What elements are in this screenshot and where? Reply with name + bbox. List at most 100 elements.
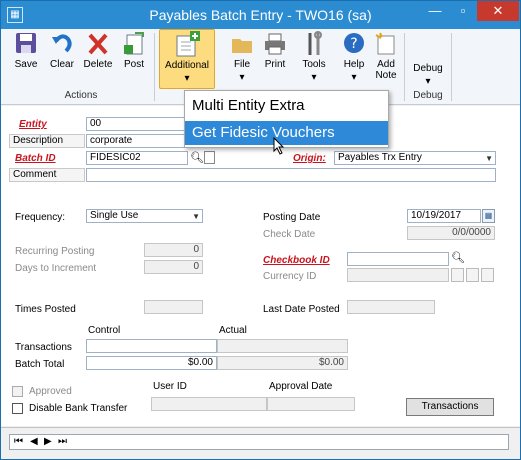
entity-label: Entity	[19, 119, 47, 130]
checkbook-id-field[interactable]	[347, 252, 449, 266]
batch-id-field[interactable]: FIDESIC02	[86, 151, 188, 165]
lookup-icon[interactable]: 🔍︎	[451, 251, 465, 264]
frequency-label: Frequency:	[15, 212, 66, 223]
add-note-button[interactable]: Add Note	[371, 31, 401, 81]
origin-dropdown[interactable]: Payables Trx Entry ▼	[334, 151, 496, 165]
days-to-increment-label: Days to Increment	[15, 263, 97, 274]
frequency-dropdown[interactable]: Single Use ▼	[86, 209, 203, 223]
description-label: Description	[9, 134, 85, 148]
check-date-field: 0/0/0000	[407, 226, 495, 240]
additional-menu: Multi Entity Extra Get Fidesic Vouchers	[184, 90, 389, 148]
menu-item-get-fidesic-vouchers[interactable]: Get Fidesic Vouchers	[185, 121, 388, 145]
days-to-increment-field: 0	[144, 260, 203, 274]
currency-id-label: Currency ID	[263, 271, 317, 282]
disable-bank-transfer-checkbox[interactable]	[12, 403, 23, 414]
times-posted-field	[144, 300, 203, 314]
batch-total-control-field[interactable]: $0.00	[86, 356, 217, 370]
disable-bank-transfer-label: Disable Bank Transfer	[29, 403, 128, 414]
recurring-posting-field: 0	[144, 243, 203, 257]
restore-button[interactable]: ▫	[449, 1, 477, 21]
actions-group-label: Actions	[64, 90, 98, 101]
record-navigator: ⏮ ◀ ▶ ⏭	[9, 434, 509, 450]
file-button[interactable]: File ▾	[227, 31, 257, 83]
group-separator	[154, 33, 155, 101]
origin-label: Origin:	[293, 153, 326, 164]
approved-label: Approved	[29, 386, 72, 397]
clear-button[interactable]: Clear	[45, 31, 79, 70]
save-label: Save	[14, 59, 38, 70]
approved-checkbox	[12, 386, 23, 397]
transactions-control-field[interactable]	[86, 339, 217, 353]
delete-x-icon	[88, 33, 108, 55]
undo-icon	[52, 34, 72, 53]
lookup-icon[interactable]: 🔍︎	[190, 151, 204, 164]
additional-label: Additional	[165, 60, 209, 71]
description-field[interactable]: corporate	[86, 134, 186, 148]
debug-button[interactable]: Debug ▾	[408, 61, 448, 87]
post-button[interactable]: Post	[118, 31, 150, 70]
chevron-down-icon: ▾	[184, 73, 190, 84]
approval-date-field	[267, 397, 355, 411]
next-record-icon[interactable]: ▶	[44, 436, 52, 447]
add-note-label-1: Add	[377, 59, 395, 70]
print-button[interactable]: Print	[259, 31, 291, 70]
recurring-posting-label: Recurring Posting	[15, 246, 95, 257]
mouse-cursor-icon	[273, 137, 285, 155]
frequency-value: Single Use	[90, 210, 139, 221]
posting-date-field[interactable]: 10/19/2017	[407, 209, 481, 223]
last-date-posted-label: Last Date Posted	[263, 304, 340, 315]
add-note-label-2: Note	[375, 70, 397, 81]
help-button[interactable]: ? Help ▾	[339, 31, 369, 83]
check-date-label: Check Date	[263, 229, 316, 240]
approval-date-label: Approval Date	[269, 381, 333, 392]
note-icon[interactable]	[204, 151, 215, 164]
folder-icon	[232, 39, 252, 53]
entity-field[interactable]: 00	[86, 117, 186, 131]
origin-value: Payables Trx Entry	[338, 152, 422, 163]
help-label: Help	[343, 59, 365, 70]
print-label: Print	[264, 59, 286, 70]
save-button[interactable]: Save	[9, 31, 43, 70]
additional-icon	[176, 31, 200, 57]
tools-button[interactable]: Tools ▾	[299, 31, 329, 83]
transactions-label: Transactions	[15, 342, 72, 353]
first-record-icon[interactable]: ⏮	[14, 436, 23, 447]
last-record-icon[interactable]: ⏭	[58, 436, 67, 447]
transactions-button[interactable]: Transactions	[406, 398, 494, 416]
clear-label: Clear	[50, 59, 74, 70]
user-id-label: User ID	[153, 381, 187, 392]
comment-field[interactable]	[86, 168, 496, 182]
tools-label: Tools	[302, 59, 326, 70]
minimize-button[interactable]: —	[421, 1, 449, 21]
batch-total-label: Batch Total	[15, 359, 65, 370]
calendar-icon[interactable]: ▦	[482, 209, 495, 223]
chevron-down-icon: ▼	[192, 212, 200, 221]
chevron-down-icon: ▼	[485, 154, 493, 163]
debug-group-label: Debug	[413, 90, 443, 101]
checkbook-id-label: Checkbook ID	[263, 255, 330, 266]
transactions-actual-field	[217, 339, 348, 353]
batch-id-label: Batch ID	[15, 153, 56, 164]
user-id-field	[151, 397, 267, 411]
close-button[interactable]: ✕	[477, 1, 519, 21]
post-icon	[124, 32, 144, 55]
status-bar: ⏮ ◀ ▶ ⏭	[1, 427, 520, 459]
post-label: Post	[123, 59, 144, 70]
posting-date-label: Posting Date	[263, 212, 321, 223]
debug-label: Debug	[413, 63, 443, 74]
delete-label: Delete	[83, 59, 113, 70]
chevron-down-icon: ▾	[425, 76, 431, 87]
group-separator	[451, 33, 452, 101]
currency-detail-icon	[466, 268, 479, 282]
control-header: Control	[88, 325, 121, 336]
lookup-icon	[451, 268, 464, 282]
additional-button[interactable]: Additional ▾	[159, 29, 215, 89]
menu-item-multi-entity-extra[interactable]: Multi Entity Extra	[185, 94, 388, 118]
file-label: File	[233, 59, 251, 70]
last-date-posted-field	[347, 300, 435, 314]
tools-icon	[308, 31, 322, 55]
delete-button[interactable]: Delete	[81, 31, 115, 70]
batch-total-actual-field: $0.00	[217, 356, 348, 370]
title-bar: ▦ Payables Batch Entry - TWO16 (sa) — ▫ …	[1, 1, 520, 29]
previous-record-icon[interactable]: ◀	[30, 436, 38, 447]
